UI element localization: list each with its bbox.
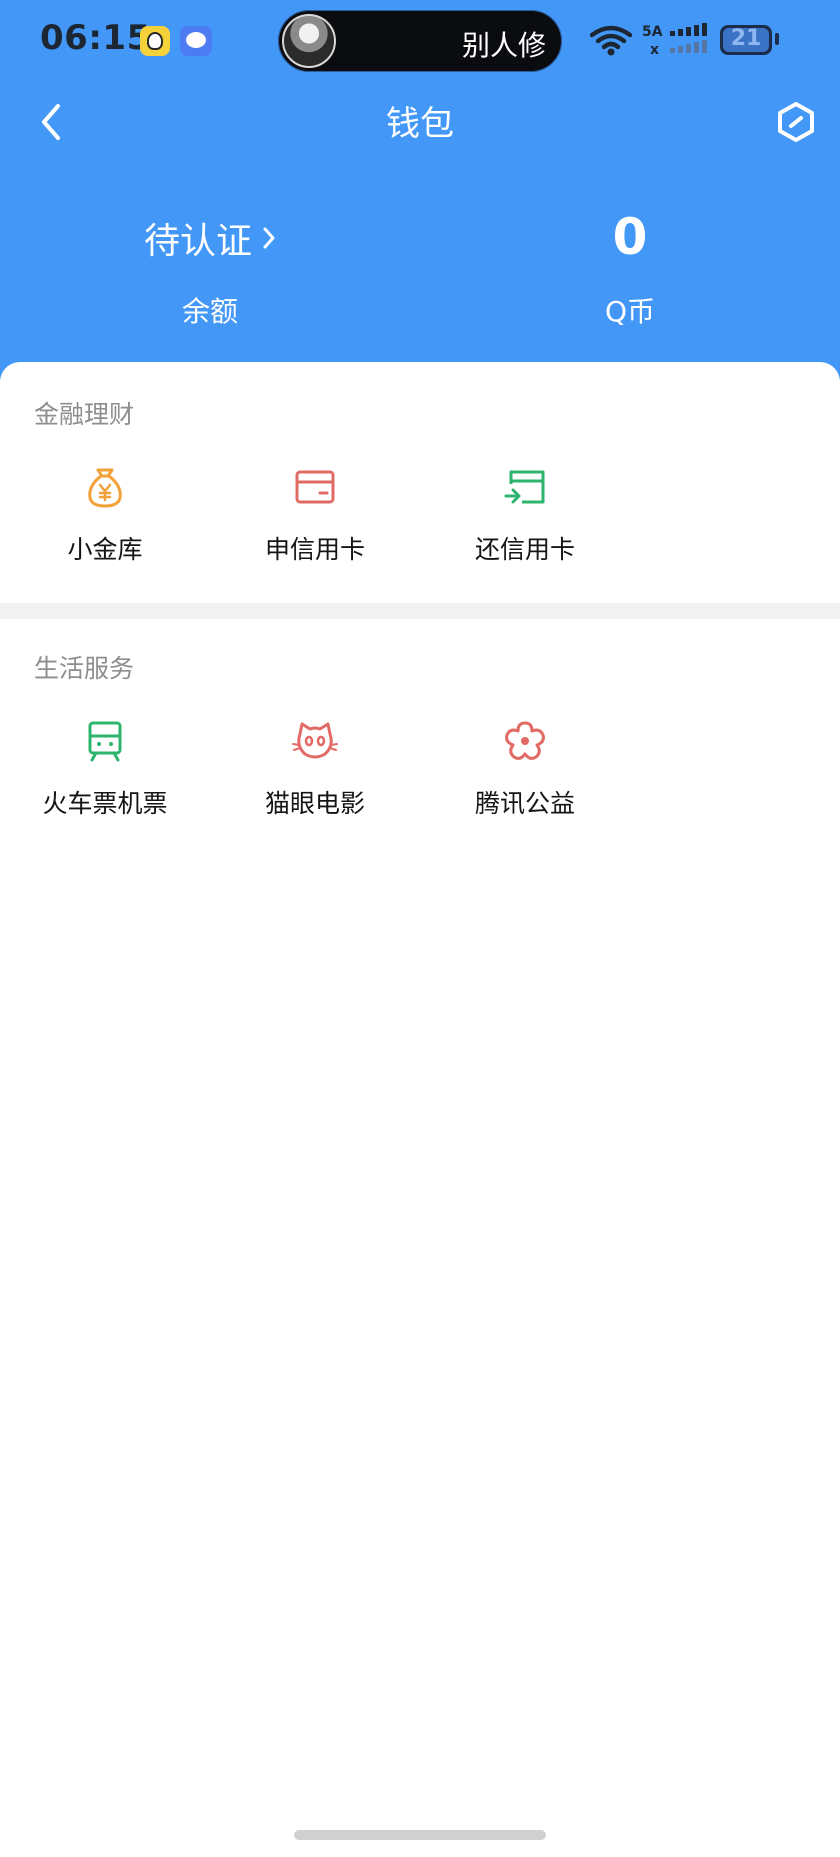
service-item-xiaojinku[interactable]: 小金库	[0, 464, 210, 584]
wallet-header: 06:15 别人修 5A x 21 钱包 待认证 余额 0 Q币	[0, 0, 840, 380]
services-panel	[0, 362, 840, 1857]
status-time: 06:15	[40, 18, 151, 58]
service-label: 还信用卡	[474, 535, 575, 564]
battery-indicator: 21	[720, 25, 772, 55]
service-item-tencent-charity[interactable]: 腾讯公益	[420, 718, 630, 838]
service-label: 腾讯公益	[474, 789, 575, 818]
status-indicators: 5A x 21	[590, 18, 800, 62]
service-item-repay-credit-card[interactable]: 还信用卡	[420, 464, 630, 584]
page-title: 钱包	[386, 104, 454, 144]
finance-section-title: 金融理财	[34, 400, 135, 429]
cellular-signal-icon: 5A x	[642, 23, 707, 58]
island-avatar	[282, 14, 336, 68]
battery-cap	[775, 33, 779, 45]
service-item-train-flight-tickets[interactable]: 火车票机票	[0, 718, 210, 838]
battery-text: 21	[730, 26, 762, 51]
service-label: 猫眼电影	[264, 789, 365, 818]
service-label: 火车票机票	[42, 789, 168, 818]
train-icon	[88, 721, 122, 762]
life-section-title: 生活服务	[34, 654, 135, 683]
chevron-right-icon	[263, 227, 275, 249]
service-item-apply-credit-card[interactable]: 申信用卡	[210, 464, 420, 584]
balance-status-text: 待认证	[143, 221, 252, 262]
svg-text:5A: 5A	[642, 24, 663, 40]
home-indicator[interactable]	[294, 1830, 546, 1840]
qcoin-value: 0	[612, 208, 648, 266]
flower-icon	[505, 721, 545, 760]
balance-status: 待认证	[112, 212, 308, 264]
credit-card-icon	[295, 470, 335, 504]
status-bar: 06:15 别人修 5A x 21	[0, 0, 840, 80]
svg-text:x: x	[650, 42, 659, 58]
settings-button[interactable]	[774, 98, 818, 146]
service-label: 小金库	[67, 535, 143, 564]
balance-label: 余额	[181, 295, 238, 328]
message-app-icon	[180, 26, 212, 56]
island-text: 别人修	[462, 29, 547, 62]
service-label: 申信用卡	[264, 535, 365, 564]
section-divider	[0, 603, 840, 619]
qcoin-stat[interactable]: 0	[560, 206, 700, 268]
qcoin-label: Q币	[604, 295, 656, 328]
service-item-maoyan-movie[interactable]: 猫眼电影	[210, 718, 420, 838]
dynamic-island[interactable]: 别人修	[278, 10, 562, 72]
card-repay-icon	[504, 470, 545, 504]
notification-app-icon	[140, 26, 170, 56]
money-bag-icon	[88, 468, 122, 508]
verify-link[interactable]: 待认证	[144, 212, 276, 264]
cat-icon	[292, 722, 338, 759]
hexagon-settings-icon	[778, 102, 814, 142]
wifi-icon	[590, 25, 632, 56]
